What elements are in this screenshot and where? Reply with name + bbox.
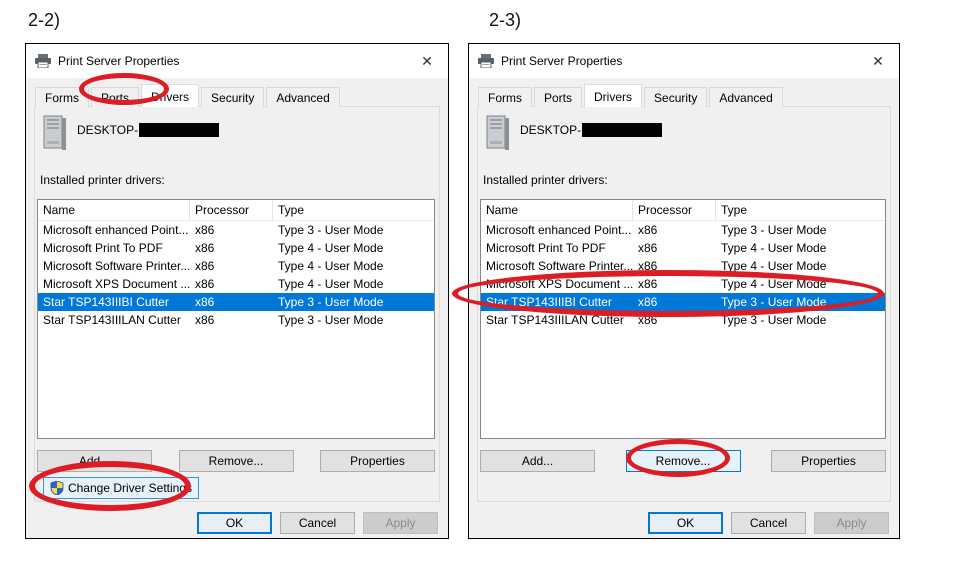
installed-drivers-label: Installed printer drivers: [483,173,608,187]
figure-label-2-2: 2-2) [28,10,61,30]
add-button[interactable]: Add... [480,450,595,472]
print-server-properties-window: Print Server Properties ✕ Forms Ports Dr… [468,43,900,539]
redacted-server-name [582,123,663,137]
title-bar: Print Server Properties ✕ [469,44,899,78]
drivers-tab-panel: DESKTOP- Installed printer drivers: Name… [477,106,891,502]
change-driver-settings-button[interactable]: Change Driver Settings [43,477,199,499]
figure-label-2-3: 2-3) [489,10,522,30]
list-header: Name Processor Type [481,200,885,221]
add-button[interactable]: Add... [37,450,152,472]
server-row: DESKTOP- [41,115,220,150]
remove-button[interactable]: Remove... [178,450,294,472]
list-buttons-row: Add... Remove... Properties [480,450,886,472]
driver-row[interactable]: Microsoft XPS Document ... x86 Type 4 - … [481,275,885,293]
tab-forms[interactable]: Forms [35,87,89,107]
driver-row[interactable]: Microsoft Software Printer... x86 Type 4… [481,257,885,275]
driver-row[interactable]: Microsoft Software Printer... x86 Type 4… [38,257,434,275]
apply-button[interactable]: Apply [363,512,438,534]
dialog-footer: OK Cancel Apply [197,512,438,534]
computer-icon [484,115,511,150]
tab-security[interactable]: Security [644,87,708,107]
driver-row[interactable]: Star TSP143IIILAN Cutter x86 Type 3 - Us… [481,311,885,329]
properties-button[interactable]: Properties [320,450,435,472]
remove-button[interactable]: Remove... [625,450,741,472]
driver-row[interactable]: Star TSP143IIILAN Cutter x86 Type 3 - Us… [38,311,434,329]
tab-advanced[interactable]: Advanced [266,87,340,107]
driver-row-selected[interactable]: Star TSP143IIIBI Cutter x86 Type 3 - Use… [38,293,434,311]
ok-button[interactable]: OK [648,512,723,534]
cancel-button[interactable]: Cancel [280,512,355,534]
title-bar: Print Server Properties ✕ [26,44,448,78]
ok-button[interactable]: OK [197,512,272,534]
driver-row[interactable]: Microsoft XPS Document ... x86 Type 4 - … [38,275,434,293]
printer-icon [35,54,51,68]
installed-drivers-label: Installed printer drivers: [40,173,165,187]
list-buttons-row: Add... Remove... Properties [37,450,435,472]
close-icon[interactable]: ✕ [406,44,448,78]
redacted-server-name [139,123,220,137]
print-server-properties-window: Print Server Properties ✕ Forms Ports Dr… [25,43,449,539]
tab-forms[interactable]: Forms [478,87,532,107]
driver-row[interactable]: Microsoft enhanced Point... x86 Type 3 -… [481,221,885,239]
window-title: Print Server Properties [58,54,180,68]
driver-row[interactable]: Microsoft Print To PDF x86 Type 4 - User… [38,239,434,257]
close-icon[interactable]: ✕ [857,44,899,78]
properties-button[interactable]: Properties [771,450,886,472]
installed-drivers-list[interactable]: Name Processor Type Microsoft enhanced P… [480,199,886,439]
tab-strip: Forms Ports Drivers Security Advanced [35,84,342,107]
column-header-type[interactable]: Type [716,200,885,220]
server-name: DESKTOP- [520,123,663,137]
driver-row[interactable]: Microsoft Print To PDF x86 Type 4 - User… [481,239,885,257]
tab-security[interactable]: Security [201,87,265,107]
tab-drivers[interactable]: Drivers [584,84,643,107]
column-header-name[interactable]: Name [38,200,190,220]
column-header-processor[interactable]: Processor [190,200,273,220]
shield-icon [50,481,64,495]
tab-strip: Forms Ports Drivers Security Advanced [478,84,785,107]
installed-drivers-list[interactable]: Name Processor Type Microsoft enhanced P… [37,199,435,439]
drivers-tab-panel: DESKTOP- Installed printer drivers: Name… [34,106,440,502]
dialog-footer: OK Cancel Apply [648,512,889,534]
tab-drivers[interactable]: Drivers [141,84,200,107]
column-header-type[interactable]: Type [273,200,434,220]
driver-row-selected[interactable]: Star TSP143IIIBI Cutter x86 Type 3 - Use… [481,293,885,311]
tab-advanced[interactable]: Advanced [709,87,783,107]
printer-icon [478,54,494,68]
window-title: Print Server Properties [501,54,623,68]
server-name: DESKTOP- [77,123,220,137]
cancel-button[interactable]: Cancel [731,512,806,534]
column-header-name[interactable]: Name [481,200,633,220]
computer-icon [41,115,68,150]
column-header-processor[interactable]: Processor [633,200,716,220]
apply-button[interactable]: Apply [814,512,889,534]
server-row: DESKTOP- [484,115,663,150]
tab-ports[interactable]: Ports [91,87,140,107]
tab-ports[interactable]: Ports [534,87,583,107]
driver-row[interactable]: Microsoft enhanced Point... x86 Type 3 -… [38,221,434,239]
list-header: Name Processor Type [38,200,434,221]
